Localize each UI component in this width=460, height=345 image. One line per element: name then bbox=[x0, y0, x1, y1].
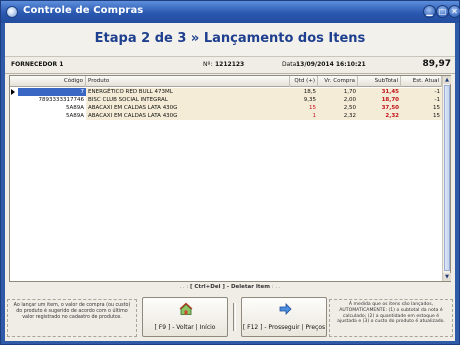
help-note-left: Ao lançar um item, o valor de compra (ou… bbox=[7, 299, 137, 337]
date-value: 13/09/2014 16:10:21 bbox=[296, 61, 366, 68]
footer: Ao lançar um item, o valor de compra (ou… bbox=[7, 295, 453, 339]
cell-code[interactable]: 7893333317746 bbox=[18, 96, 86, 104]
table-row[interactable]: 7 ENERGÉTICO RED BULL 473ML 18,5 1,70 31… bbox=[10, 88, 442, 96]
cell-subtotal: 31,45 bbox=[358, 88, 401, 96]
cell-price[interactable]: 2,00 bbox=[318, 96, 358, 104]
back-button[interactable]: [ F9 ] - Voltar | Início bbox=[142, 297, 228, 337]
hint-key: [ Ctrl+Del ] - Deletar Item bbox=[189, 284, 271, 290]
cell-stock: -1 bbox=[401, 88, 442, 96]
forward-arrow-icon bbox=[279, 303, 292, 315]
table-row[interactable]: 5A89A ABACAXI EM CALDAS LATA 430G 1 2,32… bbox=[10, 112, 442, 120]
cell-code[interactable]: 5A89A bbox=[18, 104, 86, 112]
home-arrow-icon bbox=[179, 302, 193, 315]
button-divider bbox=[233, 303, 236, 331]
table-row[interactable]: 7893333317746 BISC CLUB SOCIAL INTEGRAL … bbox=[10, 96, 442, 104]
column-header-subtotal[interactable]: SubTotal bbox=[358, 76, 401, 87]
purchase-total: 89,97 bbox=[422, 59, 451, 69]
app-icon bbox=[6, 6, 18, 18]
column-header-code[interactable]: Código bbox=[10, 76, 86, 87]
vertical-scrollbar[interactable]: ▲ ▼ bbox=[442, 76, 451, 281]
shortcut-hint: . . : [ Ctrl+Del ] - Deletar Item : . . bbox=[5, 284, 455, 290]
cell-stock: -1 bbox=[401, 96, 442, 104]
divider bbox=[5, 73, 455, 74]
title-bar[interactable]: Controle de Compras ▁ □ ✕ bbox=[1, 1, 460, 23]
scroll-down-icon[interactable]: ▼ bbox=[443, 273, 451, 281]
cell-subtotal: 18,70 bbox=[358, 96, 401, 104]
cell-product[interactable]: ENERGÉTICO RED BULL 473ML bbox=[86, 88, 290, 96]
app-window: Controle de Compras ▁ □ ✕ Etapa 2 de 3 »… bbox=[0, 0, 460, 345]
next-button[interactable]: [ F12 ] - Prosseguir | Preços bbox=[241, 297, 327, 337]
cell-price[interactable]: 2,50 bbox=[318, 104, 358, 112]
help-note-right: À medida que os itens são lançados, AUTO… bbox=[329, 299, 453, 337]
cell-stock: 15 bbox=[401, 112, 442, 120]
minimize-button[interactable]: ▁ bbox=[423, 5, 436, 18]
step-header: Etapa 2 de 3 » Lançamento dos Itens bbox=[5, 23, 455, 57]
table-row[interactable]: 5A89A ABACAXI EM CALDAS LATA 430G 15 2,5… bbox=[10, 104, 442, 112]
cell-product[interactable]: BISC CLUB SOCIAL INTEGRAL bbox=[86, 96, 290, 104]
close-button[interactable]: ✕ bbox=[448, 5, 460, 18]
column-header-stock[interactable]: Est. Atual bbox=[401, 76, 442, 87]
cell-price[interactable]: 1,70 bbox=[318, 88, 358, 96]
cell-product[interactable]: ABACAXI EM CALDAS LATA 430G bbox=[86, 112, 290, 120]
cell-price[interactable]: 2,32 bbox=[318, 112, 358, 120]
back-button-label: [ F9 ] - Voltar | Início bbox=[154, 324, 216, 331]
cell-qty[interactable]: 1 bbox=[290, 112, 318, 120]
cell-code[interactable]: 7 bbox=[18, 88, 86, 96]
cell-qty[interactable]: 9,35 bbox=[290, 96, 318, 104]
page-title: Etapa 2 de 3 » Lançamento dos Itens bbox=[94, 31, 366, 46]
purchase-info-bar: FORNECEDOR 1 Nº: 1212123 Data: 13/09/201… bbox=[5, 58, 455, 73]
column-header-qty[interactable]: Qtd (+) bbox=[290, 76, 318, 87]
supplier-name: FORNECEDOR 1 bbox=[11, 61, 64, 68]
next-button-label: [ F12 ] - Prosseguir | Preços bbox=[242, 324, 326, 331]
items-grid[interactable]: Código Produto Qtd (+) Vr. Compra SubTot… bbox=[9, 75, 451, 282]
cell-code[interactable]: 5A89A bbox=[18, 112, 86, 120]
column-header-product[interactable]: Produto bbox=[86, 76, 290, 87]
cell-subtotal: 37,50 bbox=[358, 104, 401, 112]
window-title: Controle de Compras bbox=[23, 5, 144, 16]
cell-stock: 15 bbox=[401, 104, 442, 112]
client-area: Etapa 2 de 3 » Lançamento dos Itens FORN… bbox=[5, 23, 455, 341]
grid-header: Código Produto Qtd (+) Vr. Compra SubTot… bbox=[10, 76, 442, 87]
hint-dots-right: : . . bbox=[271, 284, 281, 290]
scroll-up-icon[interactable]: ▲ bbox=[443, 76, 451, 84]
cell-product[interactable]: ABACAXI EM CALDAS LATA 430G bbox=[86, 104, 290, 112]
number-label: Nº: bbox=[203, 61, 213, 68]
hint-dots-left: . . : bbox=[179, 284, 189, 290]
current-row-indicator-icon bbox=[11, 89, 15, 95]
cell-subtotal: 2,32 bbox=[358, 112, 401, 120]
cell-qty[interactable]: 15 bbox=[290, 104, 318, 112]
number-value: 1212123 bbox=[215, 61, 245, 68]
scroll-thumb[interactable] bbox=[444, 85, 450, 271]
cell-qty[interactable]: 18,5 bbox=[290, 88, 318, 96]
column-header-price[interactable]: Vr. Compra bbox=[318, 76, 358, 87]
